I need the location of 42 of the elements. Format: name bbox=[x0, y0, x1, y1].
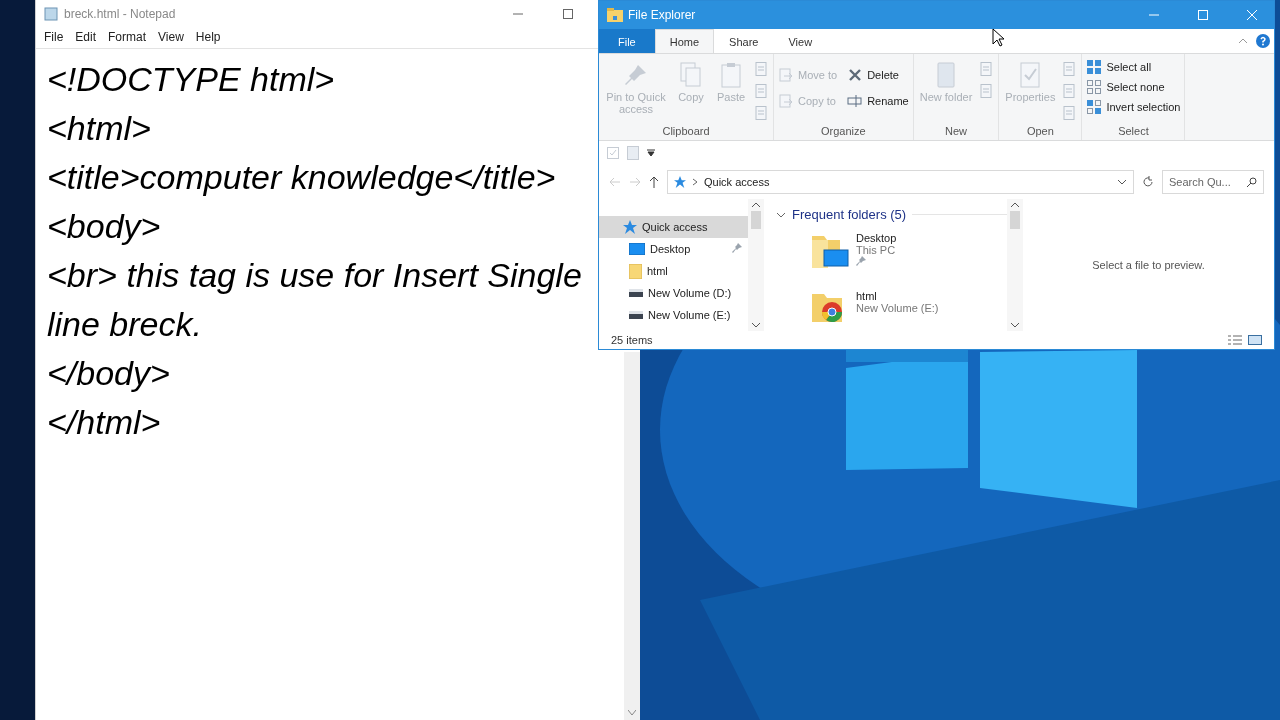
menu-item[interactable]: Help bbox=[189, 28, 227, 48]
menu-item[interactable]: Format bbox=[102, 28, 153, 48]
address-bar[interactable]: Quick access bbox=[667, 170, 1134, 194]
window-title: breck.html - Notepad bbox=[64, 7, 176, 21]
text-line: </html> bbox=[47, 402, 162, 443]
menu-item[interactable]: File bbox=[38, 28, 70, 48]
ribbon-tab[interactable]: View bbox=[773, 29, 828, 53]
group-label: Open bbox=[1025, 125, 1055, 139]
ribbon-button[interactable]: Select all bbox=[1086, 59, 1181, 75]
ribbon-button[interactable]: Select none bbox=[1086, 79, 1181, 95]
nav-item[interactable]: html bbox=[599, 260, 748, 282]
nav-item[interactable]: New Volume (E:) bbox=[599, 304, 748, 326]
text-line: <title>computer knowledge</title> bbox=[47, 157, 557, 198]
menu-item[interactable]: View bbox=[152, 28, 190, 48]
ribbon-button[interactable]: Delete bbox=[847, 63, 909, 87]
text-line: <!DOCTYPE html> bbox=[47, 59, 336, 100]
text-line: <br> this tag is use for Insert Single line breck. bbox=[47, 255, 583, 345]
group-label: New bbox=[944, 125, 968, 139]
section-header[interactable]: Frequent folders (5) bbox=[792, 207, 907, 222]
folder-location: This PC bbox=[856, 244, 897, 256]
nav-item[interactable]: New Volume (D:) bbox=[599, 282, 748, 304]
nav-item[interactable]: Quick access bbox=[599, 216, 748, 238]
preview-message: Select a file to preview. bbox=[1092, 259, 1205, 271]
ribbon-tab[interactable]: File bbox=[599, 29, 655, 53]
ribbon-button[interactable]: Rename bbox=[847, 89, 909, 113]
group-label: Clipboard bbox=[661, 125, 711, 139]
group-label: Organize bbox=[820, 125, 867, 139]
search-field[interactable]: Search Qu... bbox=[1162, 170, 1264, 194]
ribbon-tab[interactable]: Home bbox=[654, 29, 715, 53]
folder-location: New Volume (E:) bbox=[856, 302, 939, 314]
ribbon-tab[interactable]: Share bbox=[714, 29, 774, 53]
nav-item[interactable]: Desktop bbox=[599, 238, 748, 260]
ribbon-button[interactable]: Invert selection bbox=[1086, 99, 1181, 115]
folder-name[interactable]: Desktop bbox=[856, 232, 897, 244]
text-line: <body> bbox=[47, 206, 162, 247]
group-label: Select bbox=[1117, 125, 1150, 139]
status-text: 25 items bbox=[611, 334, 653, 346]
window-title: File Explorer bbox=[628, 8, 696, 22]
folder-name[interactable]: html bbox=[856, 290, 939, 302]
menu-item[interactable]: Edit bbox=[69, 28, 103, 48]
text-line: </body> bbox=[47, 353, 171, 394]
text-line: <html> bbox=[47, 108, 152, 149]
